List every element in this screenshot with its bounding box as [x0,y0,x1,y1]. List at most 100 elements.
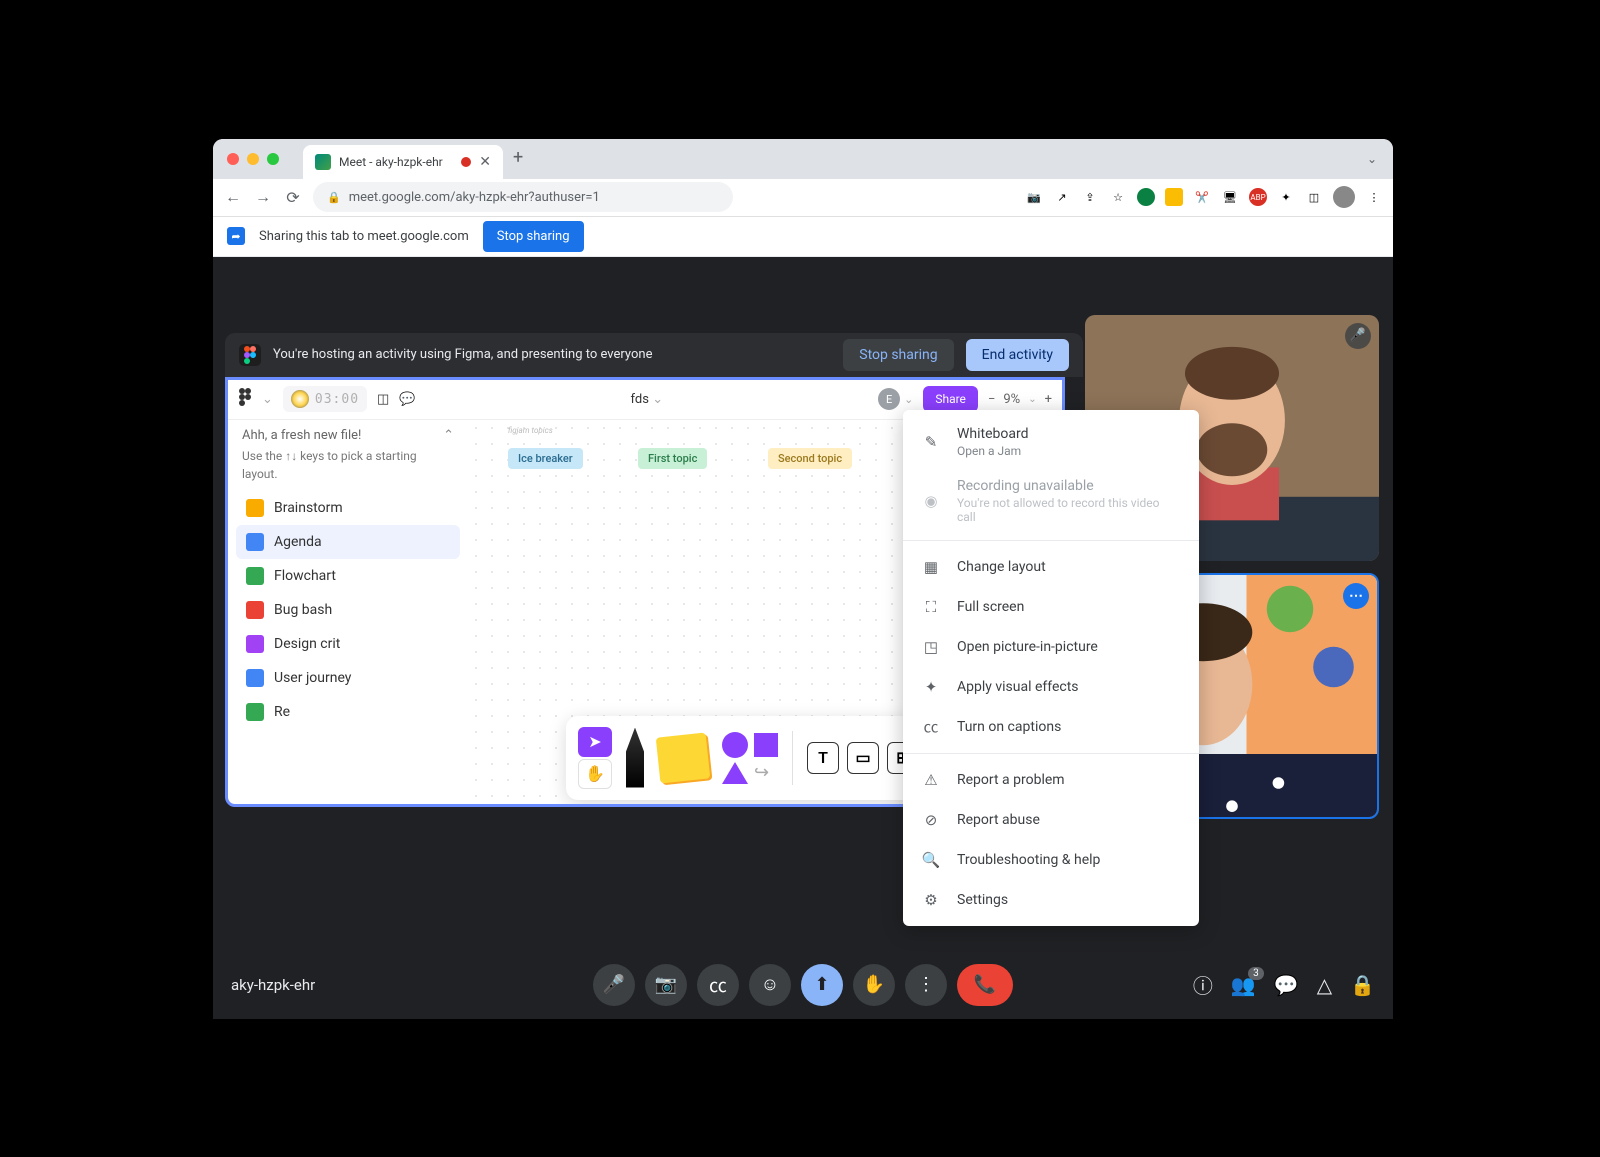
template-item[interactable]: Brainstorm [236,491,460,525]
window-maximize[interactable] [267,153,279,165]
stop-sharing-tab-button[interactable]: Stop sharing [483,221,584,252]
tab-close-icon[interactable]: ✕ [479,154,491,170]
pencil-icon: ✎ [921,432,941,452]
collaborators-chevron-icon[interactable]: ⌄ [904,393,913,406]
meeting-details-button[interactable]: ⓘ [1193,970,1213,999]
collaborator-avatar[interactable]: E [878,388,900,410]
present-button[interactable]: ⬆ [801,964,843,1006]
note-first-topic[interactable]: First topic [638,448,707,469]
figma-menu-chevron-icon[interactable]: ⌄ [262,392,273,407]
window-minimize[interactable] [247,153,259,165]
template-item[interactable]: Bug bash [236,593,460,627]
end-activity-button[interactable]: End activity [966,339,1069,371]
timer-widget[interactable]: 03:00 [283,386,367,412]
address-bar[interactable]: 🔒 meet.google.com/aky-hzpk-ehr?authuser=… [313,182,733,212]
window-controls[interactable] [227,153,279,165]
address-bar-row: ← → ⟳ 🔒 meet.google.com/aky-hzpk-ehr?aut… [213,179,1393,217]
document-title[interactable]: fds ⌄ [631,392,664,407]
note-ice-breaker[interactable]: Ice breaker [508,448,583,469]
section-tool[interactable]: ▭ [847,742,879,774]
menu-pip[interactable]: ◳Open picture-in-picture [903,627,1199,667]
note-second-topic[interactable]: Second topic [768,448,852,469]
host-banner-text: You're hosting an activity using Figma, … [273,347,652,362]
abuse-icon: ⊘ [921,810,941,830]
camera-icon[interactable]: 📷 [1025,188,1043,206]
comments-icon[interactable]: 💬 [399,392,415,407]
template-item[interactable]: User journey [236,661,460,695]
cast-icon[interactable]: 🖥 [1221,188,1239,206]
profile-avatar[interactable] [1333,186,1355,208]
call-controls: 🎤 📷 ㏄ ☺ ⬆ ✋ ⋮ 📞 [593,964,1013,1006]
template-item[interactable]: Agenda [236,525,460,559]
menu-change-layout[interactable]: ▦Change layout [903,547,1199,587]
zoom-chevron-icon[interactable]: ⌄ [1028,394,1036,405]
layout-toggle-icon[interactable]: ◫ [377,392,389,407]
leave-call-button[interactable]: 📞 [957,964,1013,1006]
template-item[interactable]: Flowchart [236,559,460,593]
menu-captions[interactable]: ㏄Turn on captions [903,707,1199,747]
more-options-button[interactable]: ⋮ [905,964,947,1006]
zoom-in-button[interactable]: + [1045,392,1052,407]
marker-tool[interactable] [626,728,644,788]
captions-icon: ㏄ [921,717,941,737]
template-label: Design crit [274,636,340,652]
menu-report-problem[interactable]: ⚠Report a problem [903,760,1199,800]
select-tool[interactable]: ➤ [578,727,612,757]
figjam-share-button[interactable]: Share [923,386,978,412]
text-tool[interactable]: T [807,742,839,774]
reactions-button[interactable]: ☺ [749,964,791,1006]
reload-button[interactable]: ⟳ [283,187,303,207]
zoom-out-button[interactable]: − [988,392,995,407]
host-controls-button[interactable]: 🔒 [1350,973,1375,997]
menu-settings[interactable]: ⚙Settings [903,880,1199,920]
menu-report-abuse[interactable]: ⊘Report abuse [903,800,1199,840]
forward-button[interactable]: → [253,187,273,207]
chrome-menu-icon[interactable]: ⋮ [1365,188,1383,206]
template-icon [246,533,264,551]
chat-button[interactable]: 💬 [1274,973,1299,997]
menu-visual-effects[interactable]: ✦Apply visual effects [903,667,1199,707]
activity-host-banner: You're hosting an activity using Figma, … [225,333,1083,377]
gear-icon: ⚙ [921,890,941,910]
open-external-icon[interactable]: ↗ [1053,188,1071,206]
menu-full-screen[interactable]: ⛶Full screen [903,587,1199,627]
sparkle-icon: ✦ [921,677,941,697]
extensions-puzzle-icon[interactable]: ✦ [1277,188,1295,206]
tile-more-icon[interactable]: ⋯ [1343,583,1369,609]
menu-troubleshoot[interactable]: 🔍Troubleshooting & help [903,840,1199,880]
hand-tool[interactable]: ✋ [578,759,612,789]
template-item[interactable]: Re [236,695,460,729]
stop-sharing-activity-button[interactable]: Stop sharing [843,339,953,371]
extension-yellow-icon[interactable] [1165,188,1183,206]
template-label: Re [274,704,290,720]
menu-whiteboard[interactable]: ✎ Whiteboard Open a Jam [903,416,1199,468]
menu-divider [903,540,1199,541]
window-close[interactable] [227,153,239,165]
abp-extension-icon[interactable]: ABP [1249,188,1267,206]
collapse-templates-icon[interactable]: ⌃ [443,428,454,443]
bookmark-star-icon[interactable]: ☆ [1109,188,1127,206]
canvas-small-label: figjam topics [508,426,553,435]
extension-green-icon[interactable] [1137,188,1155,206]
activities-button[interactable]: △ [1317,973,1332,997]
raise-hand-button[interactable]: ✋ [853,964,895,1006]
mic-toggle-button[interactable]: 🎤 [593,964,635,1006]
sticky-note-tool[interactable] [658,735,708,781]
shapes-tool[interactable]: ↪ [722,732,778,784]
tabs-overflow-icon[interactable]: ⌄ [1367,152,1377,166]
zoom-value[interactable]: 9% [1003,392,1020,407]
template-hint: Use the ↑↓ keys to pick a starting layou… [236,447,460,491]
sidepanel-icon[interactable]: ◫ [1305,188,1323,206]
template-label: Bug bash [274,602,332,618]
back-button[interactable]: ← [223,187,243,207]
figma-menu-icon[interactable] [238,388,252,410]
template-item[interactable]: Design crit [236,627,460,661]
extension-scissors-icon[interactable]: ✂️ [1193,188,1211,206]
share-icon[interactable]: ⇪ [1081,188,1099,206]
template-icon [246,635,264,653]
people-button[interactable]: 👥3 [1231,973,1256,997]
camera-toggle-button[interactable]: 📷 [645,964,687,1006]
new-tab-button[interactable]: + [513,147,523,170]
browser-tab[interactable]: Meet - aky-hzpk-ehr ✕ [303,145,503,179]
captions-button[interactable]: ㏄ [697,964,739,1006]
